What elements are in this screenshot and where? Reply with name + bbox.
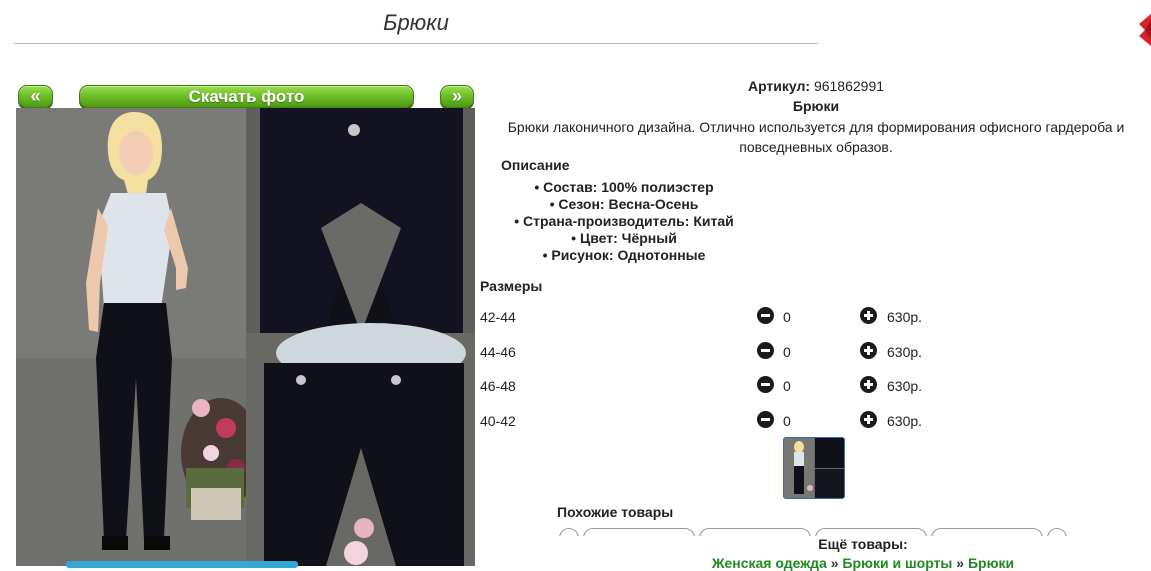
property-item: Цвет: Чёрный [489,230,759,247]
more-products-heading: Ещё товары: [818,536,908,552]
size-label: 42-44 [480,309,516,325]
carousel-next-button[interactable] [1047,528,1067,536]
photo-scroll-bar[interactable] [66,561,298,568]
size-row: 40-42 0 630р. [480,410,1140,432]
download-photo-button[interactable]: Скачать фото [79,85,414,108]
quantity-value: 0 [783,344,791,360]
minus-icon[interactable] [757,307,774,324]
property-item: Рисунок: Однотонные [489,247,759,264]
similar-product-card[interactable] [699,528,811,536]
property-item: Состав: 100% полиэстер [489,179,759,196]
description-heading: Описание [501,157,570,173]
price-value: 630р. [887,344,923,360]
price-value: 630р. [887,309,923,325]
size-label: 44-46 [480,344,516,360]
breadcrumb-link[interactable]: Женская одежда [712,555,827,571]
breadcrumb-link[interactable]: Брюки и шорты [842,555,952,571]
properties-list: Состав: 100% полиэстер Сезон: Весна-Осен… [489,179,759,264]
quantity-value: 0 [783,309,791,325]
product-photo[interactable] [16,108,475,566]
size-row: 42-44 0 630р. [480,306,1140,328]
carousel-prev-button[interactable] [559,528,579,536]
price-value: 630р. [887,413,923,429]
size-row: 44-46 0 630р. [480,341,1140,363]
article-value: 961862991 [813,78,885,94]
price-value: 630р. [887,378,923,394]
breadcrumb-link[interactable]: Брюки [968,555,1014,571]
product-name: Брюки [792,98,840,114]
breadcrumb-separator: » [956,555,965,571]
photo-thumbnail[interactable] [783,437,845,499]
minus-icon[interactable] [757,411,774,428]
plus-icon[interactable] [860,342,877,359]
article-label: Артикул: [747,78,811,94]
quantity-value: 0 [783,413,791,429]
next-photo-button[interactable]: » [440,85,474,108]
article-line: Артикул: 961862991 [490,78,1142,94]
similar-product-card[interactable] [815,528,927,536]
minus-icon[interactable] [757,342,774,359]
product-description: Брюки лаконичного дизайна. Отлично испол… [507,119,1125,155]
similar-products-heading: Похожие товары [557,504,674,520]
plus-icon[interactable] [860,411,877,428]
page-title: Брюки [383,10,449,35]
property-item: Страна-производитель: Китай [489,213,759,230]
quantity-value: 0 [783,378,791,394]
plus-icon[interactable] [860,376,877,393]
minus-icon[interactable] [757,376,774,393]
title-divider [14,43,818,44]
similar-products-carousel[interactable] [557,526,1069,536]
prev-photo-button[interactable]: « [18,85,53,108]
breadcrumb: Женская одежда » Брюки и шорты » Брюки [557,555,1151,571]
size-label: 40-42 [480,413,516,429]
size-row: 46-48 0 630р. [480,375,1140,397]
plus-icon[interactable] [860,307,877,324]
similar-product-card[interactable] [931,528,1043,536]
property-item: Сезон: Весна-Осень [489,196,759,213]
sizes-heading: Размеры [480,278,543,294]
breadcrumb-separator: » [830,555,839,571]
corner-arrow-icon[interactable] [1137,14,1151,46]
similar-product-card[interactable] [583,528,695,536]
size-label: 46-48 [480,378,516,394]
